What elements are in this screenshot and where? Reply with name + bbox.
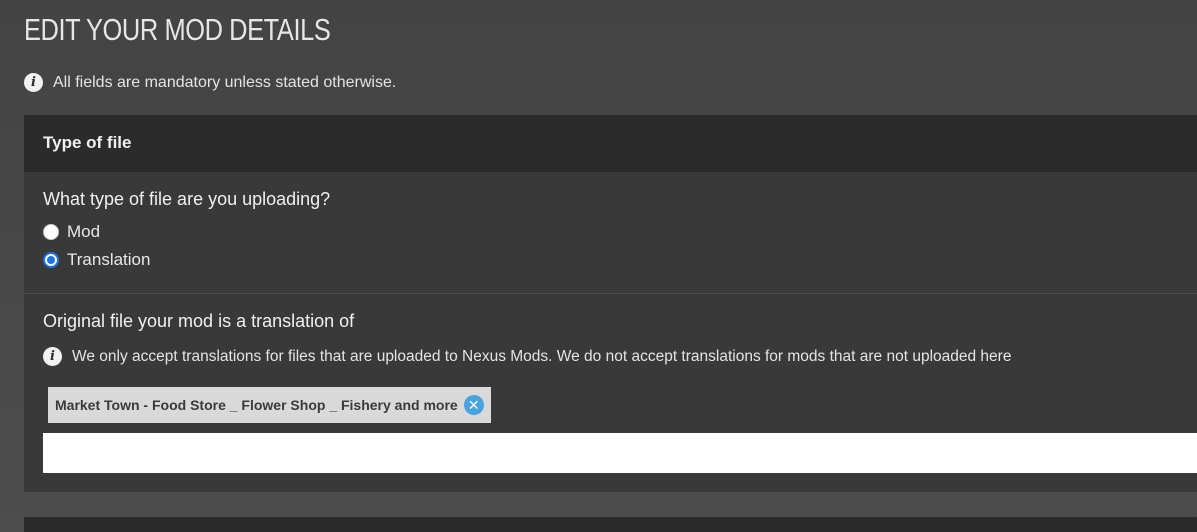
close-circle-icon[interactable]: ✕ (463, 395, 484, 415)
info-icon: i (43, 347, 62, 366)
radio-button-mod[interactable] (43, 224, 59, 240)
radio-label-mod[interactable]: Mod (67, 222, 100, 242)
section-divider (24, 293, 1197, 294)
radio-button-translation[interactable] (43, 252, 59, 268)
mandatory-notice: i All fields are mandatory unless stated… (24, 73, 396, 92)
selected-file-label: Market Town - Food Store _ Flower Shop _… (55, 397, 458, 413)
panel-header: Type of file (24, 115, 1197, 172)
radio-label-translation[interactable]: Translation (67, 250, 150, 270)
panel-header-title: Type of file (43, 133, 132, 152)
page-title: EDIT YOUR MOD DETAILS (24, 12, 331, 47)
radio-option-translation[interactable]: Translation (43, 250, 150, 270)
original-file-question: Original file your mod is a translation … (43, 311, 355, 331)
translation-policy-text: We only accept translations for files th… (72, 347, 1012, 365)
next-panel-header (24, 517, 1197, 532)
selected-file-tag: Market Town - Food Store _ Flower Shop _… (48, 387, 491, 423)
type-of-file-panel: Type of file What type of file are you u… (24, 115, 1197, 492)
radio-option-mod[interactable]: Mod (43, 222, 100, 242)
translation-policy-notice: i We only accept translations for files … (43, 347, 1011, 366)
mandatory-notice-text: All fields are mandatory unless stated o… (53, 73, 397, 91)
file-type-question: What type of file are you uploading? (43, 189, 331, 209)
info-icon: i (24, 73, 43, 92)
original-file-search-input[interactable] (43, 433, 1197, 473)
